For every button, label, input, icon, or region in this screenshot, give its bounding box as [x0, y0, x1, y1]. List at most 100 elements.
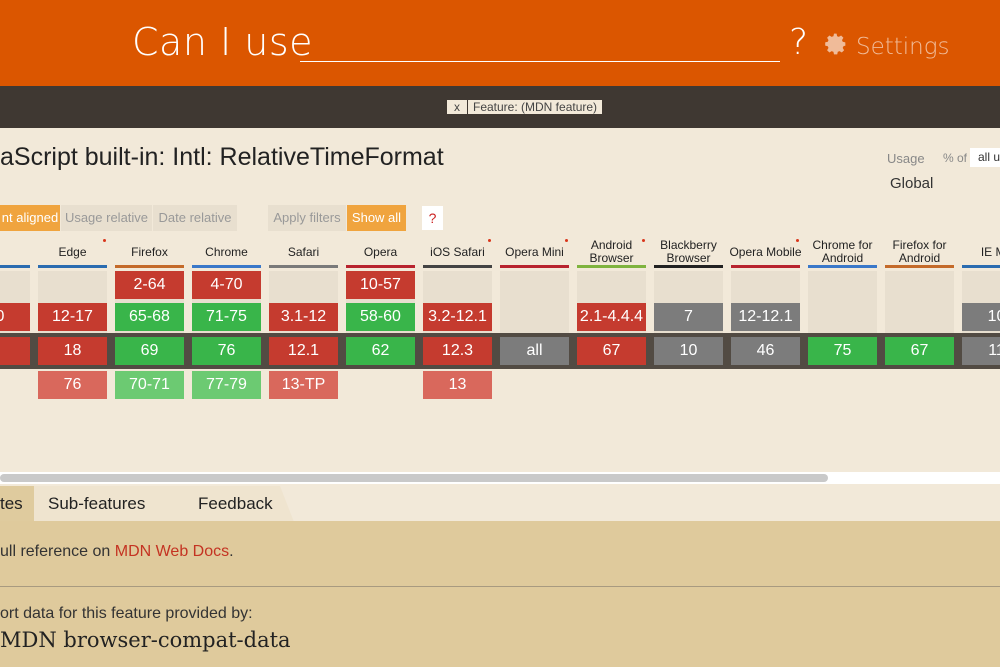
filter-chip: x Feature: (MDN feature)	[447, 100, 603, 114]
version-cell[interactable]: 10	[962, 303, 1000, 331]
note-indicator-icon	[103, 239, 106, 242]
version-cell[interactable]: 4-70	[192, 271, 261, 299]
browser-name: Chrome	[205, 244, 248, 259]
apply-filters-button[interactable]: Apply filters	[268, 205, 346, 231]
current-version-cell[interactable]: 67	[577, 337, 646, 365]
browser-color-bar	[115, 265, 184, 268]
current-version-cell[interactable]: 1	[0, 337, 30, 365]
browser-color-bar	[269, 265, 338, 268]
browser-header[interactable]: Firefox for Android	[882, 236, 957, 268]
browser-header[interactable]: iOS Safari	[420, 236, 495, 268]
browser-header[interactable]: Android Browser	[574, 236, 649, 268]
browser-name: Opera Mobile	[729, 244, 802, 259]
browser-header[interactable]: Safari	[266, 236, 341, 268]
version-cell[interactable]: 76	[38, 371, 107, 399]
note-indicator-icon	[642, 239, 645, 242]
remove-filter-button[interactable]: x	[447, 100, 468, 114]
version-cell[interactable]: 70-71	[115, 371, 184, 399]
help-button[interactable]: ?	[789, 22, 808, 63]
browser-header[interactable]: Chrome	[189, 236, 264, 268]
browser-name: Chrome for Android	[812, 238, 873, 265]
browser-header[interactable]: Chrome for Android	[805, 236, 880, 268]
support-data-text: ort data for this feature provided by:	[0, 605, 253, 622]
note-indicator-icon	[796, 239, 799, 242]
browser-header[interactable]: Opera Mobile	[728, 236, 803, 268]
current-version-cell[interactable]: 12.3	[423, 337, 492, 365]
site-logo[interactable]: Can I use	[132, 20, 313, 64]
usage-global-label: Global	[890, 175, 934, 192]
show-all-button[interactable]: Show all	[347, 205, 406, 231]
current-version-cell[interactable]: 62	[346, 337, 415, 365]
browser-color-bar	[500, 265, 569, 268]
tab-feedback[interactable]: Feedback	[184, 486, 280, 522]
browser-name: iOS Safari	[430, 244, 485, 259]
version-cell[interactable]: 3.1-12	[269, 303, 338, 331]
reference-prefix: ull reference on	[0, 543, 115, 560]
browser-header[interactable]: Opera Mini	[497, 236, 572, 268]
browser-color-bar	[346, 265, 415, 268]
browser-color-bar	[38, 265, 107, 268]
browser-color-bar	[577, 265, 646, 268]
browser-color-bar	[731, 265, 800, 268]
usage-label: Usage	[887, 151, 925, 166]
browser-color-bar	[192, 265, 261, 268]
search-underline	[300, 61, 780, 62]
version-cell[interactable]: 10	[0, 303, 30, 331]
current-version-cell[interactable]: 67	[885, 337, 954, 365]
browser-name: Opera	[363, 244, 398, 259]
browser-color-bar	[962, 265, 1000, 268]
browser-name: Opera Mini	[505, 244, 564, 259]
usage-scope-select[interactable]: all u	[970, 148, 1000, 167]
version-cell[interactable]: 13-TP	[269, 371, 338, 399]
browser-name: Edge	[58, 244, 87, 259]
tab-notes[interactable]: tes	[0, 486, 34, 522]
version-cell[interactable]: 10-57	[346, 271, 415, 299]
browser-name: Firefox for Android	[892, 238, 947, 265]
version-cell[interactable]: 12-17	[38, 303, 107, 331]
usage-relative-button[interactable]: Usage relative	[61, 205, 152, 231]
settings-label: Settings	[856, 34, 950, 60]
version-cell[interactable]: 13	[423, 371, 492, 399]
browser-name: Blackberry Browser	[660, 238, 717, 265]
version-cell[interactable]: 3.2-12.1	[423, 303, 492, 331]
toolbar-help-button[interactable]: ?	[422, 206, 443, 230]
browser-header[interactable]: Blackberry Browser	[651, 236, 726, 268]
version-cell[interactable]: 12-12.1	[731, 303, 800, 331]
browser-header[interactable]: IE Mo	[959, 236, 1000, 268]
data-source-name: MDN browser-compat-data	[0, 628, 291, 652]
mdn-web-docs-link[interactable]: MDN Web Docs	[115, 543, 229, 560]
reference-line: ull reference on MDN Web Docs.	[0, 543, 234, 561]
scrollbar-thumb[interactable]	[0, 474, 828, 482]
version-cell[interactable]: 65-68	[115, 303, 184, 331]
date-relative-button[interactable]: Date relative	[153, 205, 237, 231]
version-cell[interactable]: 58-60	[346, 303, 415, 331]
current-version-cell[interactable]: 76	[192, 337, 261, 365]
current-version-cell[interactable]: all	[500, 337, 569, 365]
browser-color-bar	[808, 265, 877, 268]
version-cell[interactable]: 77-79	[192, 371, 261, 399]
current-version-cell[interactable]: 18	[38, 337, 107, 365]
browser-header[interactable]: Edge	[35, 236, 110, 268]
browser-header[interactable]: Opera	[343, 236, 418, 268]
current-version-cell[interactable]: 11	[962, 337, 1000, 365]
browser-header[interactable]: E	[0, 236, 33, 268]
current-aligned-button[interactable]: nt aligned	[0, 205, 60, 231]
current-version-cell[interactable]: 75	[808, 337, 877, 365]
browser-color-bar	[654, 265, 723, 268]
settings-button[interactable]: Settings	[824, 32, 950, 62]
current-version-cell[interactable]: 10	[654, 337, 723, 365]
filter-chip-label: Feature: (MDN feature)	[468, 100, 603, 114]
current-version-cell[interactable]: 12.1	[269, 337, 338, 365]
reference-suffix: .	[229, 543, 234, 560]
version-cell[interactable]: 2-64	[115, 271, 184, 299]
search-input[interactable]	[300, 22, 780, 60]
browser-header[interactable]: Firefox	[112, 236, 187, 268]
panel-divider	[0, 586, 1000, 587]
tab-sub-features[interactable]: Sub-features (6)	[34, 486, 184, 549]
current-version-cell[interactable]: 69	[115, 337, 184, 365]
percent-of-label: % of	[943, 151, 968, 165]
version-cell[interactable]: 7	[654, 303, 723, 331]
version-cell[interactable]: 71-75	[192, 303, 261, 331]
version-cell[interactable]: 2.1-4.4.4	[577, 303, 646, 331]
current-version-cell[interactable]: 46	[731, 337, 800, 365]
